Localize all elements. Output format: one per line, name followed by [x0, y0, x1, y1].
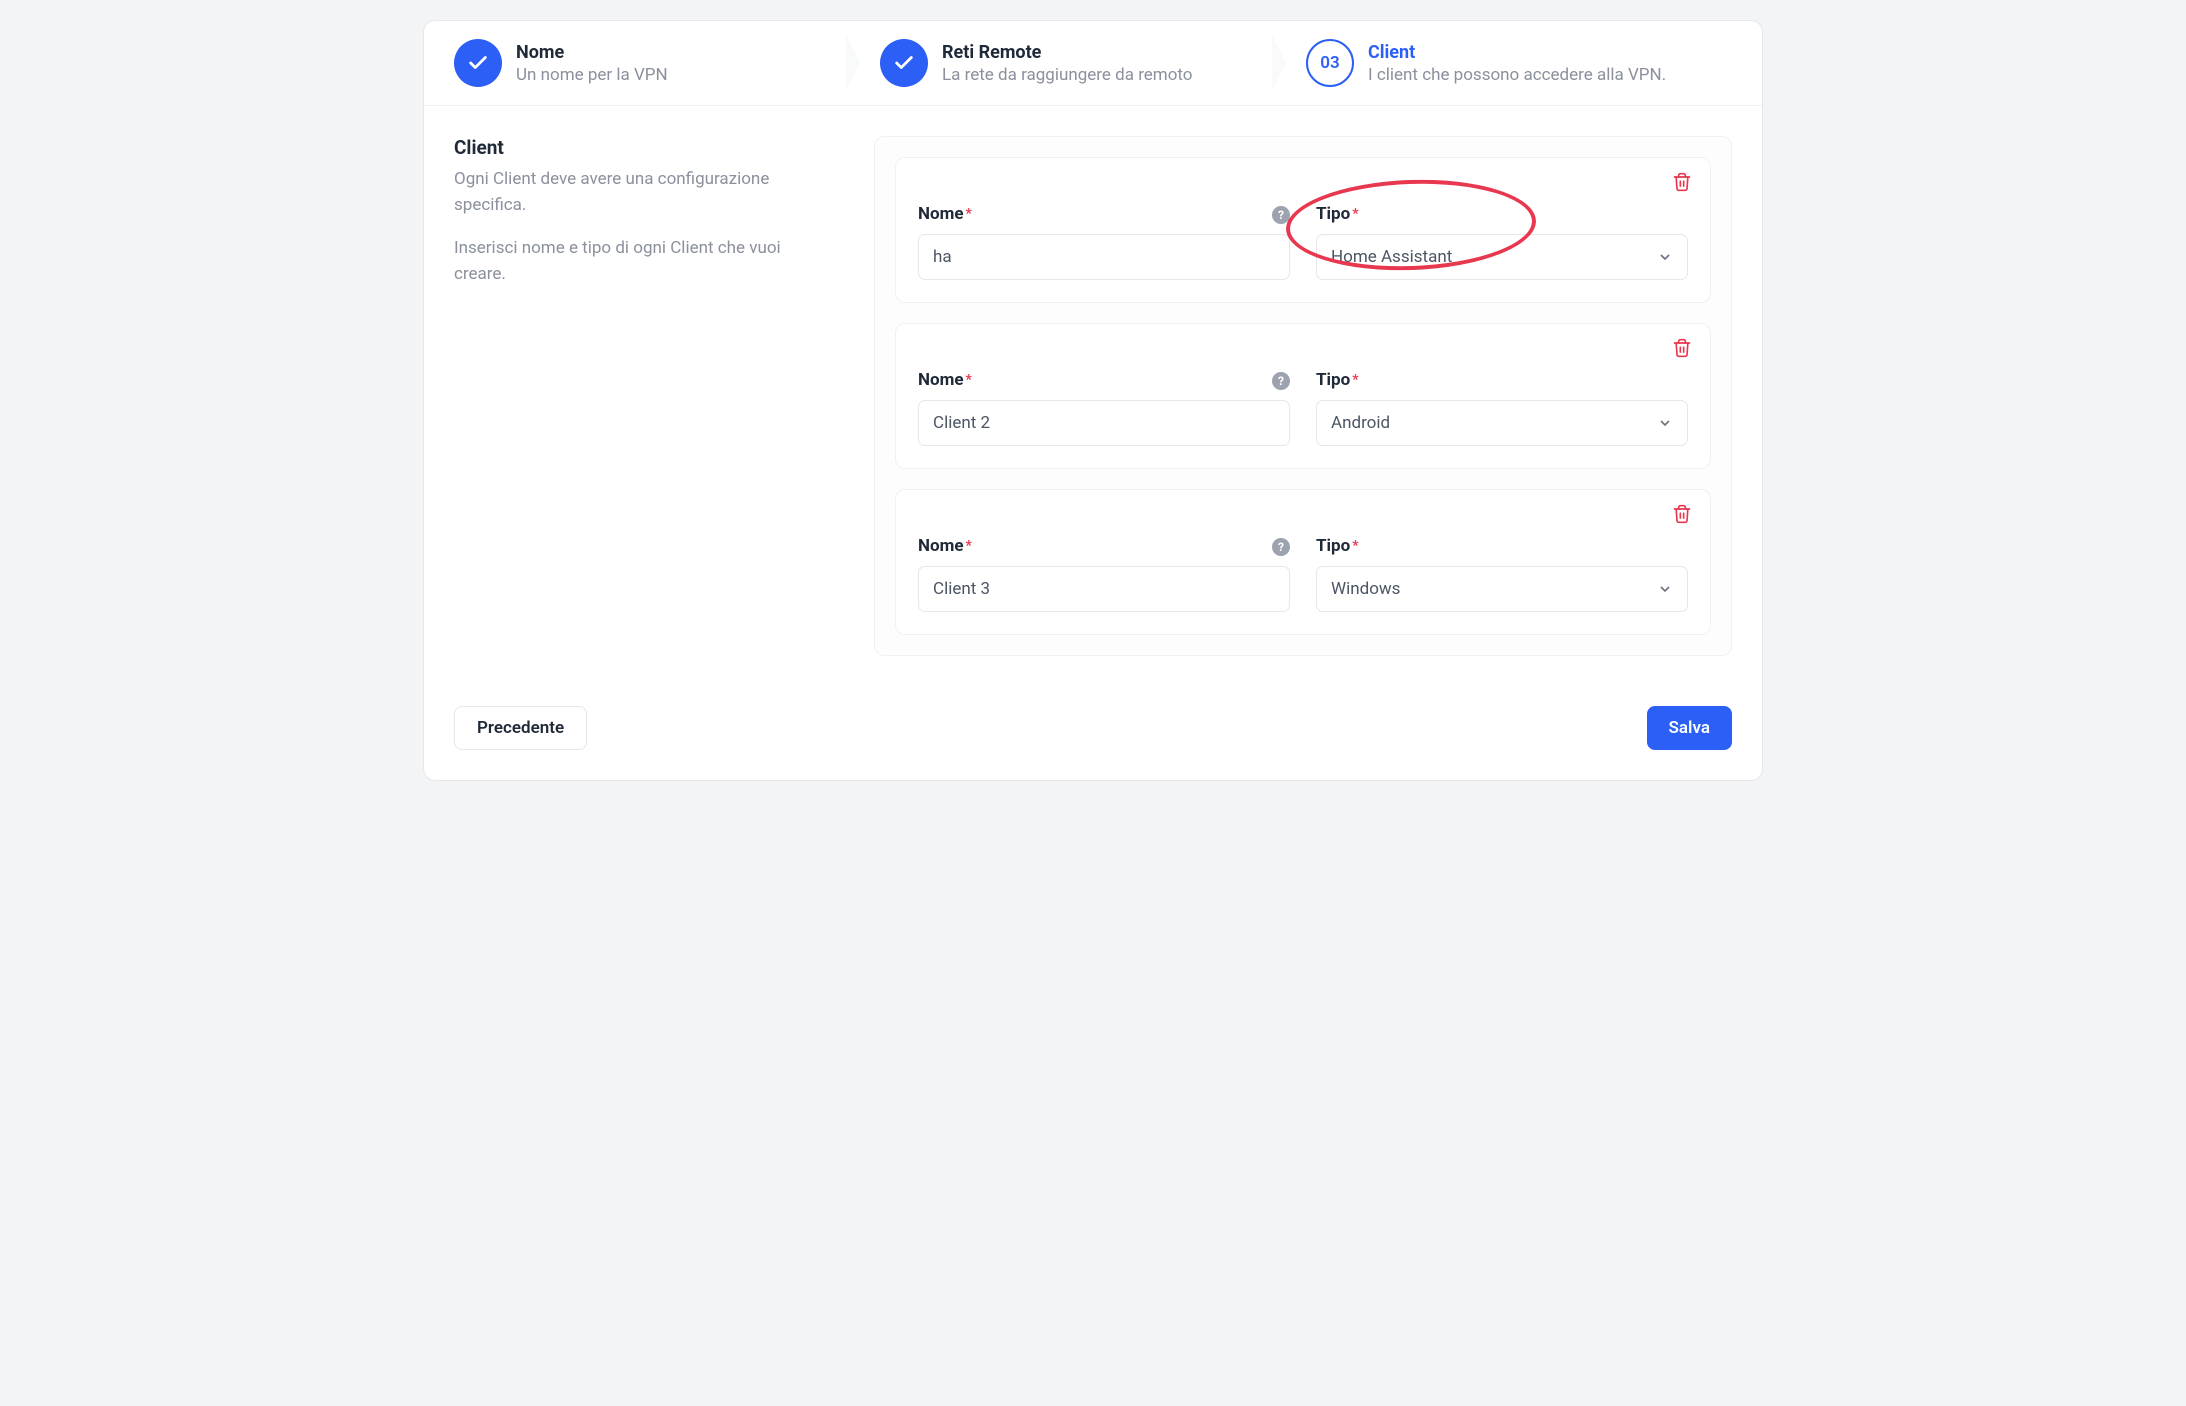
client-name-input[interactable]: [918, 566, 1290, 612]
step-title: Nome: [516, 42, 668, 63]
section-desc-2: Inserisci nome e tipo di ogni Client che…: [454, 236, 834, 287]
help-icon[interactable]: ?: [1272, 206, 1290, 224]
step-desc: Un nome per la VPN: [516, 65, 668, 85]
check-icon: [880, 39, 928, 87]
trash-icon: [1672, 338, 1692, 358]
tipo-label: Tipo*: [1316, 536, 1688, 556]
delete-button[interactable]: [1672, 504, 1692, 528]
client-card: Nome* ? Tipo* Windows: [895, 489, 1711, 635]
tipo-label: Tipo*: [1316, 204, 1688, 224]
help-icon[interactable]: ?: [1272, 372, 1290, 390]
step-desc: I client che possono accedere alla VPN.: [1368, 65, 1666, 85]
section-desc-1: Ogni Client deve avere una configurazion…: [454, 167, 834, 218]
step-number-icon: 03: [1306, 39, 1354, 87]
help-icon[interactable]: ?: [1272, 538, 1290, 556]
nome-label: Nome*: [918, 536, 1290, 556]
tipo-label: Tipo*: [1316, 370, 1688, 390]
check-icon: [454, 39, 502, 87]
client-card: Nome* ? Tipo* Home Assistant: [895, 157, 1711, 303]
delete-button[interactable]: [1672, 172, 1692, 196]
client-name-input[interactable]: [918, 234, 1290, 280]
client-type-select[interactable]: Android: [1316, 400, 1688, 446]
wizard-container: Nome Un nome per la VPN Reti Remote La r…: [423, 20, 1763, 781]
nome-label: Nome*: [918, 204, 1290, 224]
nome-label: Nome*: [918, 370, 1290, 390]
step-reti-remote[interactable]: Reti Remote La rete da raggiungere da re…: [880, 39, 1306, 87]
step-client[interactable]: 03 Client I client che possono accedere …: [1306, 39, 1732, 87]
previous-button[interactable]: Precedente: [454, 706, 587, 750]
step-title: Reti Remote: [942, 42, 1193, 63]
save-button[interactable]: Salva: [1647, 706, 1732, 750]
wizard-steps: Nome Un nome per la VPN Reti Remote La r…: [424, 21, 1762, 106]
step-nome[interactable]: Nome Un nome per la VPN: [454, 39, 880, 87]
step-desc: La rete da raggiungere da remoto: [942, 65, 1193, 85]
content: Client Ogni Client deve avere una config…: [424, 106, 1762, 686]
trash-icon: [1672, 504, 1692, 524]
section-title: Client: [454, 136, 834, 159]
client-type-select[interactable]: Home Assistant: [1316, 234, 1688, 280]
delete-button[interactable]: [1672, 338, 1692, 362]
client-name-input[interactable]: [918, 400, 1290, 446]
footer: Precedente Salva: [424, 686, 1762, 780]
client-type-select[interactable]: Windows: [1316, 566, 1688, 612]
clients-panel: Nome* ? Tipo* Home Assistant: [874, 136, 1732, 656]
client-card: Nome* ? Tipo* Android: [895, 323, 1711, 469]
step-title: Client: [1368, 42, 1666, 63]
trash-icon: [1672, 172, 1692, 192]
sidebar: Client Ogni Client deve avere una config…: [454, 136, 834, 656]
